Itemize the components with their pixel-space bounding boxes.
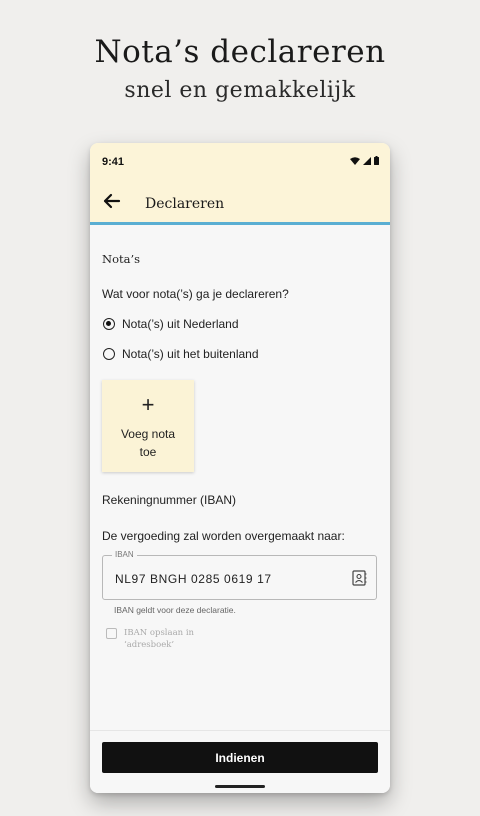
radio-label: Nota(’s) uit Nederland <box>122 317 239 331</box>
status-bar: 9:41 <box>90 143 390 181</box>
save-iban-option[interactable]: IBAN opslaan in ‘adresboek’ <box>106 627 224 651</box>
radio-button-checked[interactable] <box>103 318 115 330</box>
radio-label: Nota(’s) uit het buitenland <box>122 347 259 361</box>
iban-field-value[interactable]: NL97 BNGH 0285 0619 17 <box>115 572 272 586</box>
promo-title: Nota’s declareren <box>94 34 386 70</box>
add-nota-label: Voeg nota toe <box>120 427 176 459</box>
submit-button[interactable]: Indienen <box>102 742 378 773</box>
arrow-left-icon[interactable] <box>100 189 124 213</box>
signal-icon <box>363 156 371 165</box>
app-bar: Declareren <box>90 181 390 225</box>
wifi-icon <box>350 156 360 165</box>
promo-subtitle: snel en gemakkelijk <box>124 78 356 103</box>
radio-option-nederland[interactable]: Nota(’s) uit Nederland <box>103 317 239 331</box>
iban-helper-text: IBAN geldt voor deze declaratie. <box>114 605 236 615</box>
iban-field-label: IBAN <box>112 550 137 559</box>
battery-icon <box>374 156 379 165</box>
status-time: 9:41 <box>102 156 125 168</box>
radio-option-buitenland[interactable]: Nota(’s) uit het buitenland <box>103 347 259 361</box>
nota-type-question: Wat voor nota(’s) ga je declareren? <box>102 287 289 301</box>
contact-book-icon[interactable] <box>352 570 367 586</box>
status-icons <box>350 156 379 165</box>
radio-button[interactable] <box>103 348 115 360</box>
iban-question: De vergoeding zal worden overgemaakt naa… <box>102 529 345 543</box>
home-indicator[interactable] <box>215 785 265 788</box>
page-title: Declareren <box>145 196 225 212</box>
section-heading-iban: Rekeningnummer (IBAN) <box>102 493 237 507</box>
save-iban-label: IBAN opslaan in ‘adresboek’ <box>124 628 195 650</box>
bottom-action-bar: Indienen <box>90 730 390 793</box>
save-iban-checkbox[interactable] <box>106 628 117 639</box>
iban-input[interactable]: IBAN NL97 BNGH 0285 0619 17 <box>102 550 377 600</box>
plus-icon: + <box>141 392 155 417</box>
section-heading-notas: Nota’s <box>102 252 141 266</box>
phone-screen: 9:41 Declareren Nota’s Wat voor nota(’s)… <box>90 143 390 793</box>
add-nota-button[interactable]: + Voeg nota toe <box>102 380 194 472</box>
